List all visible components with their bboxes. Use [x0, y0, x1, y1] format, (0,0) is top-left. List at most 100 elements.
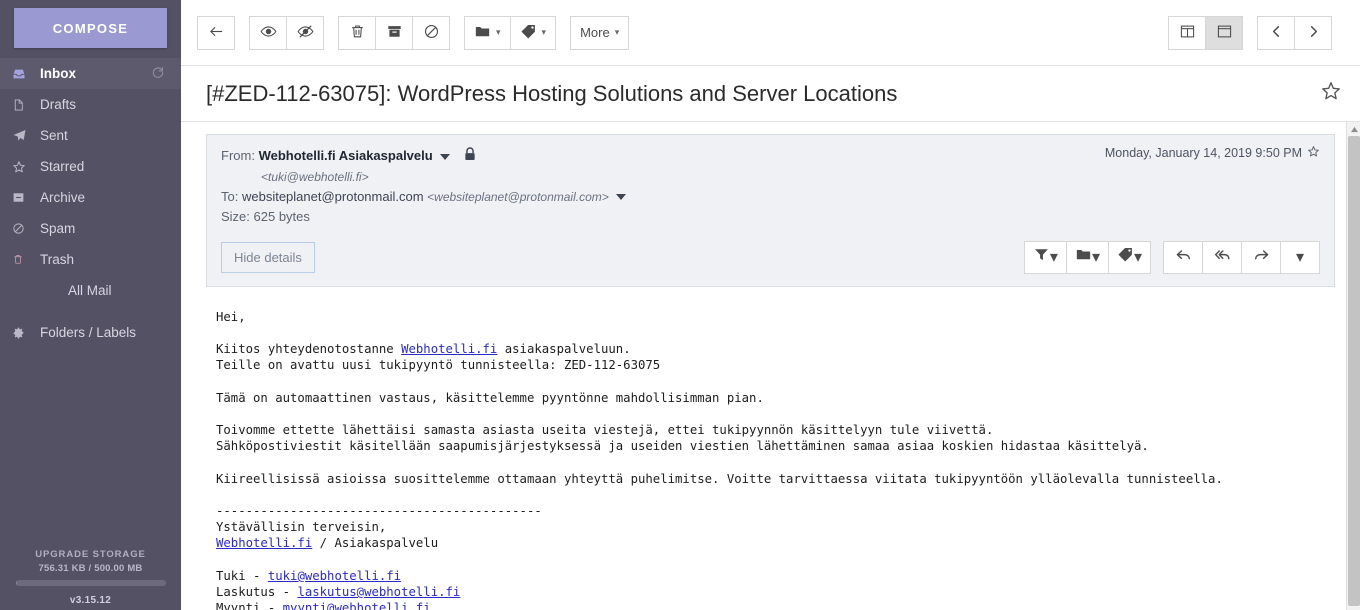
sidebar: COMPOSE Inbox Drafts Sent Starred Archive Spa…	[0, 0, 181, 610]
delete-button[interactable]	[338, 15, 376, 50]
layout-column-button[interactable]	[1168, 15, 1206, 50]
spam-button[interactable]	[412, 15, 450, 50]
sidebar-item-inbox[interactable]: Inbox	[0, 58, 181, 89]
toolbar-button-group: More ▾	[570, 15, 630, 50]
more-actions-dropdown[interactable]: ▾	[1280, 240, 1320, 274]
app-version-label: v3.15.12	[69, 595, 112, 606]
star-icon[interactable]	[1307, 145, 1320, 161]
chevron-down-icon[interactable]	[616, 194, 627, 201]
message-body-text: Hei, Kiitos yhteydenotostanne Webhotelli…	[206, 309, 1335, 610]
sidebar-item-label: Archive	[40, 190, 86, 205]
label-dropdown[interactable]: ▾	[509, 15, 557, 50]
message-body-line: Hei,	[216, 309, 246, 324]
forward-icon	[1253, 246, 1270, 268]
toolbar-button-group	[197, 15, 235, 50]
sidebar-item-label: Trash	[40, 252, 75, 267]
sidebar-item-trash[interactable]: Trash	[0, 244, 181, 275]
to-name: websiteplanet@protonmail.com	[241, 188, 424, 204]
chevron-left-icon	[1268, 23, 1285, 43]
forward-button[interactable]	[1241, 240, 1281, 274]
from-label: From:	[221, 148, 255, 163]
chevron-down-icon[interactable]	[440, 153, 451, 160]
sidebar-item-drafts[interactable]: Drafts	[0, 89, 181, 120]
message-date: Monday, January 14, 2019 9:50 PM	[1104, 146, 1302, 160]
more-dropdown[interactable]: More ▾	[570, 15, 630, 50]
reply-icon	[1175, 246, 1192, 268]
move-to-folder-dropdown[interactable]: ▾	[464, 15, 511, 50]
archive-icon	[386, 23, 403, 43]
label-dropdown[interactable]: ▾	[1107, 240, 1151, 274]
filter-dropdown[interactable]: ▾	[1023, 240, 1067, 274]
body-link[interactable]: tuki@webhotelli.fi	[268, 569, 401, 583]
mark-read-button[interactable]	[249, 15, 287, 50]
message-scroll-region: Monday, January 14, 2019 9:50 PM From: W…	[181, 122, 1360, 610]
toolbar-button-label: More	[580, 25, 610, 40]
toolbar-button-group	[338, 15, 450, 50]
details-action-row: Hide details ▾ ▾ ▾ ▾	[221, 240, 1320, 274]
layout-row-button[interactable]	[1205, 15, 1243, 50]
sidebar-item-spam[interactable]: Spam	[0, 213, 181, 244]
body-link[interactable]: laskutus@webhotelli.fi	[297, 585, 460, 599]
message-body-line: Laskutus - laskutus@webhotelli.fi	[216, 584, 1335, 600]
message-body-line	[216, 406, 1335, 422]
message-action-buttons: ▾ ▾ ▾ ▾	[1023, 240, 1320, 274]
archive-button[interactable]	[375, 15, 413, 50]
next-message-button[interactable]	[1294, 15, 1332, 50]
body-text-span: Kiitos yhteydenotostanne	[216, 341, 402, 356]
message-reply-buttons: ▾	[1163, 240, 1320, 274]
sidebar-item-sent[interactable]: Sent	[0, 120, 181, 151]
scrollbar-thumb[interactable]	[1348, 136, 1360, 606]
toolbar-button-group	[1168, 15, 1243, 50]
vertical-scrollbar[interactable]	[1346, 122, 1360, 610]
message-body-line: Myynti - myynti@webhotelli.fi	[216, 600, 1335, 610]
body-link[interactable]: Webhotelli.fi	[216, 536, 312, 550]
star-icon	[12, 159, 32, 175]
mark-unread-button[interactable]	[286, 15, 324, 50]
sidebar-item-starred[interactable]: Starred	[0, 151, 181, 182]
sidebar-item-all-mail[interactable]: All Mail	[0, 275, 181, 306]
sidebar-item-label: Spam	[40, 221, 76, 236]
body-text-span: Tuki -	[216, 568, 268, 583]
body-text-span: Laskutus -	[216, 585, 298, 600]
trash-icon	[12, 252, 32, 268]
toolbar-right-groups	[1168, 15, 1346, 50]
from-name: Webhotelli.fi Asiakaspalvelu	[258, 148, 433, 163]
move-to-folder-dropdown[interactable]: ▾	[1065, 240, 1109, 274]
message-body-line: Kiireellisissä asioissa suosittelemme ot…	[216, 471, 1223, 486]
body-link[interactable]: myynti@webhotelli.fi	[283, 601, 431, 610]
refresh-icon[interactable]	[151, 65, 165, 82]
chevron-down-icon: ▾	[541, 27, 547, 37]
storage-progress-bar	[15, 580, 166, 586]
message-body-line: Kiitos yhteydenotostanne Webhotelli.fi a…	[216, 341, 1335, 357]
previous-message-button[interactable]	[1257, 15, 1295, 50]
body-text-span: Myynti -	[216, 601, 283, 610]
reply-all-button[interactable]	[1202, 240, 1242, 274]
page-title: [#ZED-112-63075]: WordPress Hosting Solu…	[206, 80, 898, 106]
hide-details-button[interactable]: Hide details	[221, 241, 315, 273]
compose-wrap: COMPOSE	[0, 0, 181, 48]
toolbar-button-group	[1257, 15, 1332, 50]
message-body-line: Tämä on automaattinen vastaus, käsittele…	[216, 390, 764, 405]
message-body-line	[216, 373, 1335, 389]
from-address-row: <tuki@webhotelli.fi>	[221, 167, 1320, 187]
sidebar-item-folders-labels[interactable]: Folders / Labels	[0, 317, 181, 348]
eye-icon	[260, 23, 277, 43]
star-icon[interactable]	[1320, 80, 1342, 107]
compose-button[interactable]: COMPOSE	[14, 8, 167, 48]
message-body-line: Tuki - tuki@webhotelli.fi	[216, 568, 1335, 584]
layout-row-icon	[1216, 23, 1233, 43]
sidebar-item-archive[interactable]: Archive	[0, 182, 181, 213]
message-size: Size: 625 bytes	[221, 208, 310, 224]
back-button[interactable]	[197, 15, 235, 50]
scroll-up-arrow-icon[interactable]	[1347, 122, 1360, 136]
body-link[interactable]: Webhotelli.fi	[401, 342, 497, 356]
upgrade-storage-link[interactable]: UPGRADE STORAGE	[0, 549, 181, 560]
to-row: To: websiteplanet@protonmail.com <websit…	[221, 187, 1320, 207]
tag-icon	[1117, 246, 1134, 268]
message-toolbar: ▾ ▾ More ▾	[181, 0, 1360, 66]
message-organize-buttons: ▾ ▾ ▾	[1023, 240, 1151, 274]
reply-button[interactable]	[1163, 240, 1203, 274]
message-body-line: Ystävällisin terveisin,	[216, 520, 387, 535]
sidebar-item-label: All Mail	[68, 283, 112, 298]
message-body-line	[216, 325, 1335, 341]
